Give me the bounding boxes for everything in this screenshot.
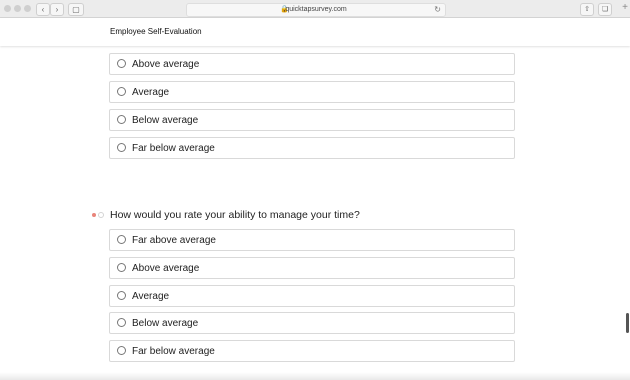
scrollbar-thumb[interactable] (626, 313, 629, 333)
radio-button[interactable] (117, 87, 126, 96)
minimize-window-icon[interactable] (14, 5, 21, 12)
share-icon[interactable]: ⇧ (580, 3, 594, 16)
browser-toolbar: ‹ › ▢ 🔒 quicktapsurvey.com ↻ ⇧ ❏ + (0, 0, 630, 18)
page-title: Employee Self-Evaluation (110, 27, 202, 36)
option-far-below-average[interactable]: Far below average (109, 340, 515, 362)
address-bar[interactable]: 🔒 quicktapsurvey.com ↻ (186, 3, 446, 17)
page-bottom-edge (0, 372, 630, 380)
option-below-average[interactable]: Below average (109, 312, 515, 334)
forward-icon[interactable]: › (50, 3, 64, 16)
required-marker-icon (92, 213, 96, 217)
radio-button[interactable] (117, 291, 126, 300)
radio-button[interactable] (117, 263, 126, 272)
option-average[interactable]: Average (109, 285, 515, 307)
option-label: Average (132, 87, 170, 98)
radio-button[interactable] (117, 115, 126, 124)
option-label: Average (132, 291, 170, 302)
address-url: quicktapsurvey.com (285, 6, 347, 13)
option-far-below-average[interactable]: Far below average (109, 137, 515, 159)
option-label: Above average (132, 263, 200, 274)
survey-header: Employee Self-Evaluation (0, 18, 630, 46)
back-icon[interactable]: ‹ (36, 3, 50, 16)
option-label: Below average (132, 318, 199, 329)
option-label: Far below average (132, 143, 215, 154)
radio-button[interactable] (117, 346, 126, 355)
option-above-average[interactable]: Above average (109, 53, 515, 75)
option-average[interactable]: Average (109, 81, 515, 103)
option-label: Far above average (132, 235, 216, 246)
sidebar-icon[interactable]: ▢ (68, 3, 84, 16)
close-window-icon[interactable] (4, 5, 11, 12)
option-above-average[interactable]: Above average (109, 257, 515, 279)
zoom-window-icon[interactable] (24, 5, 31, 12)
option-label: Below average (132, 115, 199, 126)
option-label: Far below average (132, 346, 215, 357)
radio-button[interactable] (117, 59, 126, 68)
radio-button[interactable] (117, 318, 126, 327)
option-label: Above average (132, 59, 200, 70)
tabs-icon[interactable]: ❏ (598, 3, 612, 16)
question-title: How would you rate your ability to manag… (110, 209, 360, 221)
new-tab-icon[interactable]: + (622, 2, 628, 13)
radio-button[interactable] (117, 143, 126, 152)
question-indicator-icon (98, 212, 104, 218)
reload-icon[interactable]: ↻ (434, 4, 441, 16)
radio-button[interactable] (117, 235, 126, 244)
option-below-average[interactable]: Below average (109, 109, 515, 131)
option-far-above-average[interactable]: Far above average (109, 229, 515, 251)
